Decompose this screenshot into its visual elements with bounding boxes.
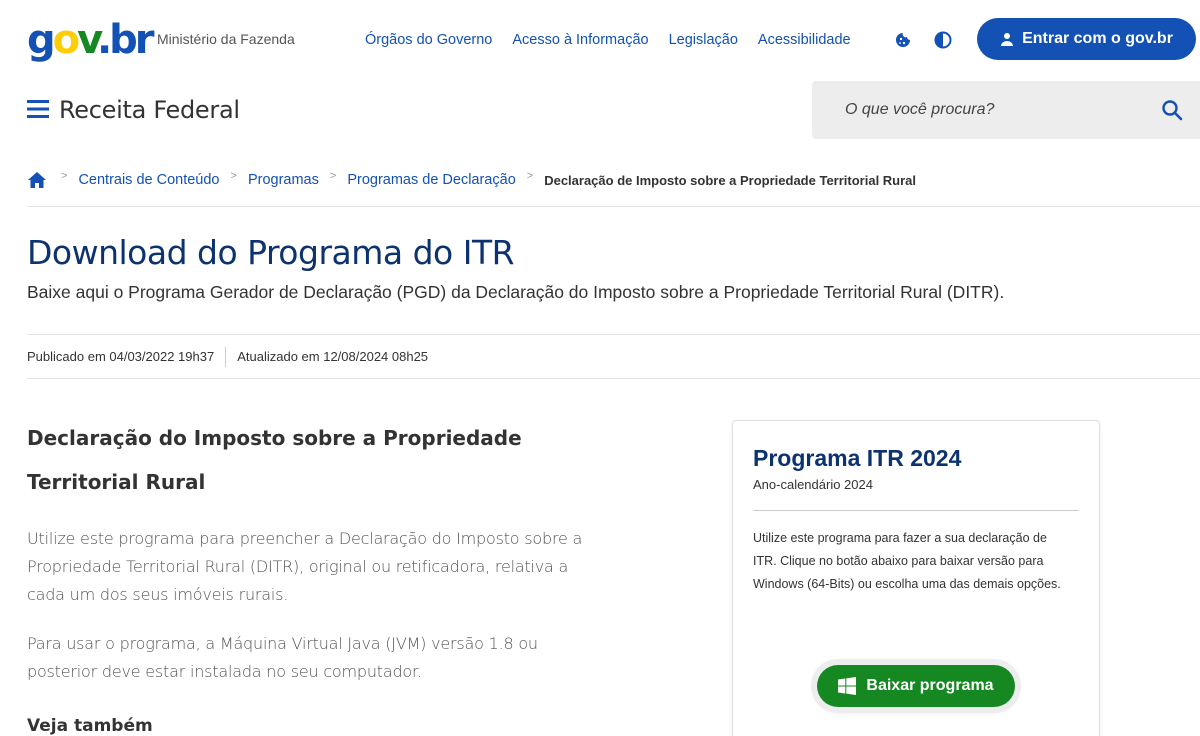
divider bbox=[225, 347, 227, 367]
divider bbox=[753, 510, 1079, 511]
windows-icon bbox=[838, 677, 857, 695]
breadcrumb-item-centrais[interactable]: Centrais de Conteúdo bbox=[78, 172, 219, 188]
breadcrumb: > Centrais de Conteúdo > Programas > Pro… bbox=[27, 170, 917, 189]
top-nav: Órgãos do Governo Acesso à Informação Le… bbox=[365, 32, 871, 48]
nav-link-acesso-informacao[interactable]: Acesso à Informação bbox=[512, 32, 648, 48]
chevron-right-icon: > bbox=[61, 170, 68, 182]
page-description: Baixe aqui o Programa Gerador de Declara… bbox=[27, 282, 1005, 302]
search-icon[interactable] bbox=[1161, 99, 1183, 121]
ministry-name: Ministério da Fazenda bbox=[157, 31, 295, 47]
nav-link-legislacao[interactable]: Legislação bbox=[669, 32, 738, 48]
page-title: Download do Programa do ITR bbox=[27, 233, 515, 272]
card-title: Programa ITR 2024 bbox=[753, 445, 962, 471]
search-input[interactable]: O que você procura? bbox=[812, 81, 1200, 139]
divider bbox=[27, 378, 1200, 379]
updated-date: Atualizado em 12/08/2024 08h25 bbox=[237, 349, 429, 364]
breadcrumb-item-programas-declaracao[interactable]: Programas de Declaração bbox=[347, 172, 515, 188]
search-placeholder: O que você procura? bbox=[845, 101, 995, 118]
user-icon bbox=[1001, 33, 1014, 46]
chevron-right-icon: > bbox=[526, 170, 534, 182]
published-date: Publicado em 04/03/2022 19h37 bbox=[27, 349, 215, 364]
breadcrumb-item-programas[interactable]: Programas bbox=[248, 172, 319, 188]
card-subtitle: Ano-calendário 2024 bbox=[753, 477, 873, 492]
govbr-logo[interactable]: gov.br bbox=[27, 18, 155, 62]
cookie-icon[interactable] bbox=[893, 30, 913, 50]
header: gov.br Ministério da Fazenda Órgãos do G… bbox=[0, 0, 1200, 82]
download-button[interactable]: Baixar programa bbox=[817, 665, 1015, 707]
breadcrumb-current: Declaração de Imposto sobre a Propriedad… bbox=[544, 172, 917, 188]
nav-link-acessibilidade[interactable]: Acessibilidade bbox=[758, 32, 851, 48]
login-label: Entrar com o gov.br bbox=[1022, 30, 1173, 47]
contrast-icon[interactable] bbox=[933, 30, 953, 50]
divider bbox=[27, 334, 1200, 335]
menu-icon[interactable] bbox=[27, 99, 49, 119]
card-text: Utilize este programa para fazer a sua d… bbox=[753, 531, 1061, 591]
see-also-heading: Veja também bbox=[27, 716, 153, 736]
publication-dates: Publicado em 04/03/2022 19h37 Atualizado… bbox=[27, 347, 429, 369]
chevron-right-icon: > bbox=[230, 170, 237, 182]
download-button-label: Baixar programa bbox=[866, 677, 994, 694]
content-paragraph: Utilize este programa para preencher a D… bbox=[27, 529, 583, 604]
download-card: Programa ITR 2024 Ano-calendário 2024 Ut… bbox=[732, 420, 1100, 736]
nav-link-orgaos[interactable]: Órgãos do Governo bbox=[365, 32, 492, 48]
chevron-right-icon: > bbox=[329, 170, 337, 182]
login-button[interactable]: Entrar com o gov.br bbox=[977, 18, 1196, 60]
site-title[interactable]: Receita Federal bbox=[59, 96, 240, 124]
home-icon[interactable] bbox=[27, 171, 47, 189]
content-paragraph: Para usar o programa, a Máquina Virtual … bbox=[27, 634, 538, 681]
content-heading: Declaração do Imposto sobre a Propriedad… bbox=[27, 426, 522, 494]
divider bbox=[27, 206, 1200, 207]
